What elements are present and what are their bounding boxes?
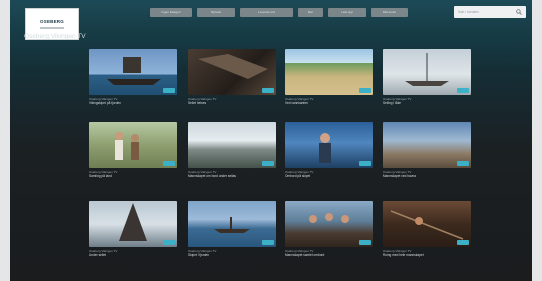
video-title[interactable]: Mannskapet ved havna [383,174,471,178]
video-thumbnail[interactable] [383,49,471,95]
channel-title: Oseberg Vikingen TV [24,33,86,40]
video-title[interactable]: Ombord på skipet [285,174,373,178]
nav-button-2[interactable]: Nyheter [197,8,235,17]
play-badge [359,161,371,166]
nav-button-4[interactable]: Mer [298,8,323,17]
search-placeholder: Søk i kanalen [458,10,480,14]
video-title[interactable]: Ved vannkanten [285,101,373,105]
video-title[interactable]: Under seilet [89,253,177,257]
play-badge [457,161,469,166]
play-badge [457,88,469,93]
video-card[interactable]: Oseberg Vikingen TV Ved vannkanten [285,49,373,105]
nav-button-1[interactable]: Ingen kategori [150,8,192,17]
video-title[interactable]: Skipet i fjorden [188,253,276,257]
search-icon[interactable] [516,9,522,15]
video-thumbnail[interactable] [89,49,177,95]
video-card[interactable]: Oseberg Vikingen TV Seilet heises [188,49,276,105]
video-title[interactable]: Mannskapet samlet ombord [285,253,373,257]
video-card[interactable]: Oseberg Vikingen TV Seiling i tåke [383,49,471,105]
video-thumbnail[interactable] [383,122,471,168]
video-thumbnail[interactable] [285,122,373,168]
video-card[interactable]: Oseberg Vikingen TV Under seilet [89,201,177,257]
video-thumbnail[interactable] [285,49,373,95]
video-card[interactable]: Oseberg Vikingen TV Ombord på skipet [285,122,373,178]
video-card[interactable]: Oseberg Vikingen TV Vikingskipet på fjor… [89,49,177,105]
video-card[interactable]: Oseberg Vikingen TV Mannskapet samlet om… [285,201,373,257]
logo-mark: OSEBERG [40,19,64,24]
search-input[interactable]: Søk i kanalen [454,6,526,18]
video-thumbnail[interactable] [89,122,177,168]
play-badge [163,240,175,245]
video-card[interactable]: Oseberg Vikingen TV Mannskapet om bord u… [188,122,276,178]
video-title[interactable]: Seiling i tåke [383,101,471,105]
video-thumbnail[interactable] [285,201,373,247]
video-title[interactable]: Mannskapet om bord under seilas [188,174,276,178]
video-thumbnail[interactable] [188,49,276,95]
video-thumbnail[interactable] [383,201,471,247]
play-badge [359,240,371,245]
play-badge [163,88,175,93]
nav-button-3[interactable]: Levende ord [240,8,293,17]
play-badge [262,240,274,245]
play-badge [262,88,274,93]
video-card[interactable]: Oseberg Vikingen TV Samling på land [89,122,177,178]
logo-bar [40,27,64,29]
channel-page: OSEBERG Ingen kategori Nyheter Levende o… [10,0,532,281]
video-thumbnail[interactable] [89,201,177,247]
video-card[interactable]: Oseberg Vikingen TV Roing med hele manns… [383,201,471,257]
nav-button-5[interactable]: Last opp [328,8,366,17]
video-thumbnail[interactable] [188,122,276,168]
video-title[interactable]: Vikingskipet på fjorden [89,101,177,105]
play-badge [163,161,175,166]
video-title[interactable]: Samling på land [89,174,177,178]
video-card[interactable]: Oseberg Vikingen TV Skipet i fjorden [188,201,276,257]
play-badge [359,88,371,93]
play-badge [262,161,274,166]
video-title[interactable]: Roing med hele mannskapet [383,253,471,257]
video-thumbnail[interactable] [188,201,276,247]
video-title[interactable]: Seilet heises [188,101,276,105]
video-card[interactable]: Oseberg Vikingen TV Mannskapet ved havna [383,122,471,178]
play-badge [457,240,469,245]
nav-button-6[interactable]: Mitt konto [371,8,408,17]
